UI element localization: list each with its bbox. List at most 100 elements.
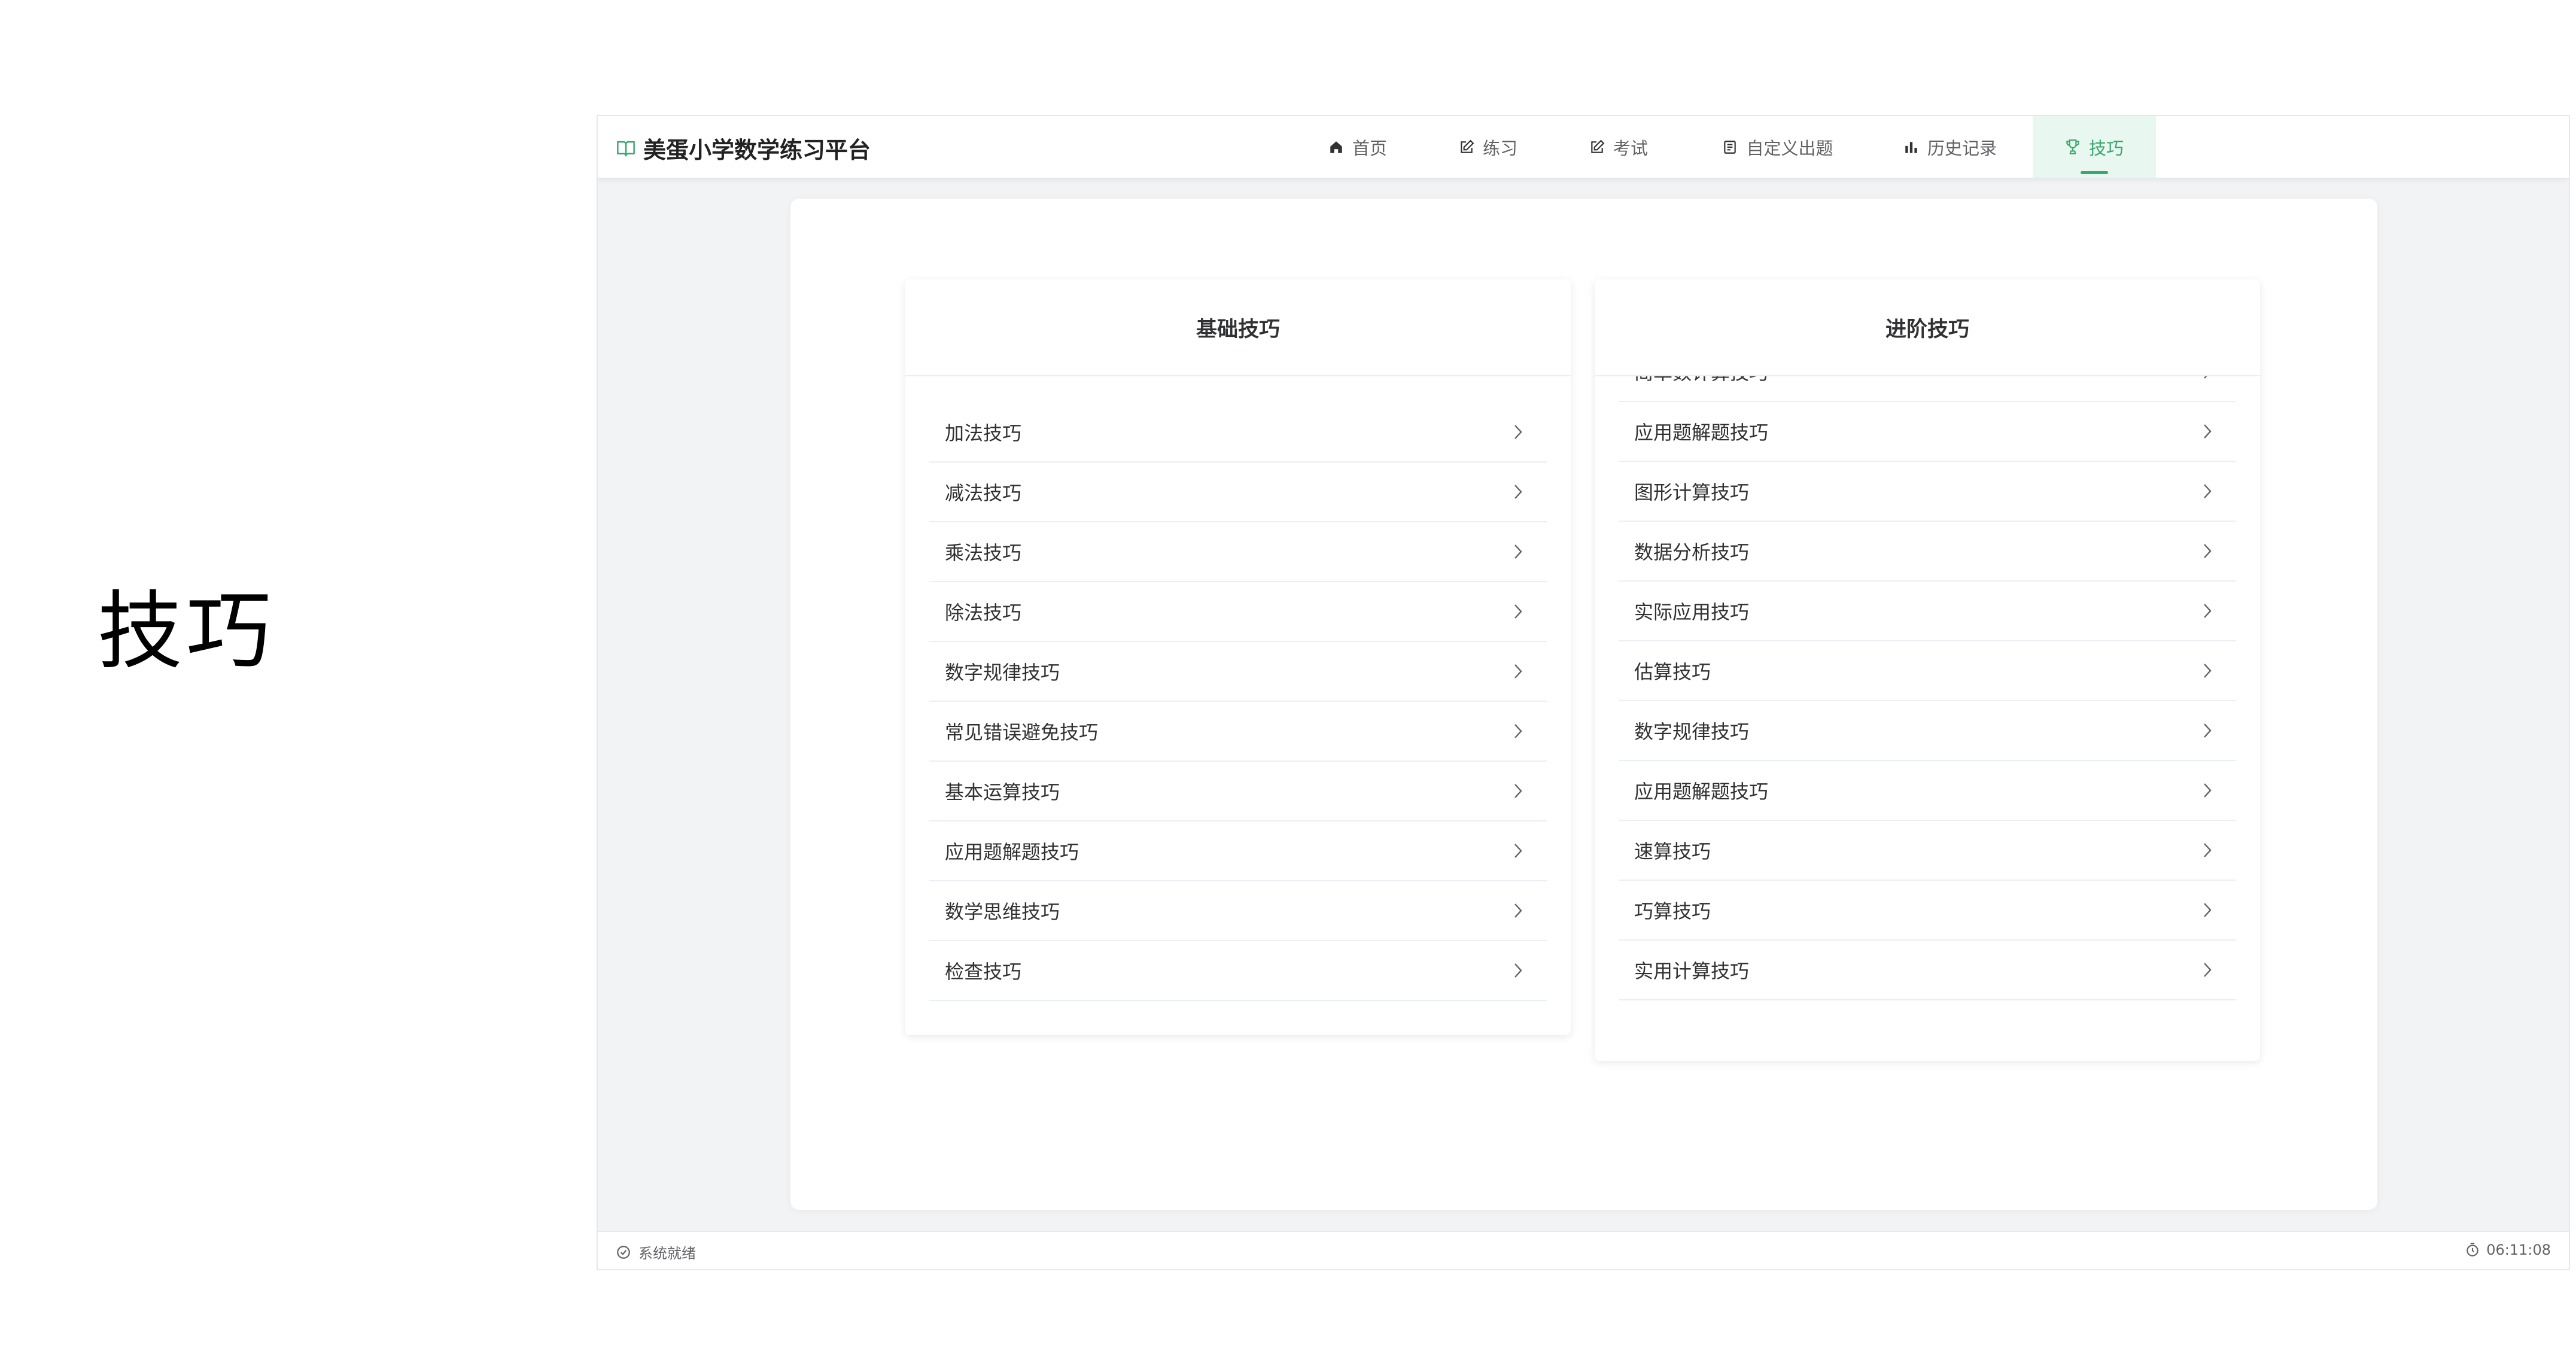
tip-label: 简单数计算技巧 — [1634, 376, 1768, 385]
chevron-right-icon — [2203, 483, 2212, 500]
tip-list-item[interactable]: 减法技巧 — [929, 463, 1547, 522]
chevron-right-icon — [2203, 842, 2212, 859]
tip-list-item[interactable]: 数字规律技巧 — [929, 642, 1547, 702]
tip-list-item[interactable]: 简单数计算技巧 — [1619, 376, 2236, 402]
chevron-right-icon — [2203, 543, 2212, 559]
check-circle-icon — [616, 1245, 631, 1260]
chevron-right-icon — [1513, 424, 1523, 440]
tip-list-item[interactable]: 图形计算技巧 — [1619, 462, 2236, 522]
nav-label: 考试 — [1613, 138, 1648, 159]
trophy-icon — [2065, 139, 2081, 156]
chevron-right-icon — [2203, 603, 2212, 619]
tip-label: 乘法技巧 — [945, 541, 1022, 564]
tip-label: 实用计算技巧 — [1634, 960, 1750, 982]
chevron-right-icon — [2203, 782, 2212, 799]
tip-list-item[interactable]: 速算技巧 — [1619, 821, 2236, 881]
tip-list-item[interactable]: 数学思维技巧 — [929, 881, 1547, 941]
tip-list-item[interactable]: 应用题解题技巧 — [929, 821, 1547, 881]
brand-title: 美蛋小学数学练习平台 — [643, 137, 871, 163]
document-icon — [1722, 139, 1738, 155]
tip-list-item[interactable]: 应用题解题技巧 — [1619, 761, 2236, 821]
tip-list-item[interactable]: 数据分析技巧 — [1619, 522, 2236, 582]
tip-label: 数据分析技巧 — [1634, 541, 1750, 564]
nav-label: 首页 — [1352, 138, 1387, 159]
status-text: 系统就绪 — [638, 1245, 696, 1262]
tip-list-item[interactable]: 基本运算技巧 — [929, 762, 1547, 821]
nav-label: 练习 — [1482, 138, 1517, 159]
chevron-right-icon — [2203, 722, 2212, 739]
brand[interactable]: 美蛋小学数学练习平台 — [616, 132, 871, 165]
tip-list-item[interactable]: 应用题解题技巧 — [1619, 402, 2236, 462]
system-status: 系统就绪 — [616, 1242, 696, 1262]
nav-label: 历史记录 — [1927, 138, 1997, 159]
chevron-right-icon — [2203, 662, 2212, 679]
nav-home[interactable]: 首页 — [1316, 116, 1400, 178]
tip-label: 检查技巧 — [945, 960, 1022, 983]
status-time: 06:11:08 — [2486, 1242, 2551, 1258]
tip-label: 基本运算技巧 — [945, 781, 1060, 804]
status-bar: 系统就绪 06:11:08 — [598, 1231, 2569, 1269]
chevron-right-icon — [1513, 543, 1523, 560]
chevron-right-icon — [1513, 962, 1523, 979]
tip-label: 实际应用技巧 — [1634, 601, 1750, 623]
tip-label: 数学思维技巧 — [945, 900, 1060, 923]
tip-label: 应用题解题技巧 — [945, 841, 1079, 863]
tip-label: 应用题解题技巧 — [1634, 780, 1769, 803]
chevron-right-icon — [2203, 423, 2212, 440]
chevron-right-icon — [2203, 376, 2212, 380]
chevron-right-icon — [2203, 962, 2212, 978]
nav-custom-questions[interactable]: 自定义出题 — [1712, 116, 1844, 178]
tip-label: 数字规律技巧 — [945, 661, 1060, 684]
tip-list-item[interactable]: 数字规律技巧 — [1619, 701, 2236, 761]
tip-label: 加法技巧 — [945, 422, 1022, 445]
tip-label: 估算技巧 — [1634, 661, 1711, 683]
tip-label: 减法技巧 — [945, 482, 1022, 504]
tip-label: 速算技巧 — [1634, 840, 1711, 863]
top-navbar: 美蛋小学数学练习平台 首页 练习 考试 自定义出题 历史记录 技巧 — [598, 116, 2569, 179]
tip-list-item[interactable]: 实用计算技巧 — [1619, 941, 2236, 1000]
slide-title: 技巧 — [98, 582, 275, 681]
chevron-right-icon — [1513, 663, 1523, 680]
chevron-right-icon — [2203, 902, 2212, 918]
bar-chart-icon — [1903, 139, 1919, 155]
tip-list-item[interactable]: 除法技巧 — [929, 582, 1547, 642]
nav-label: 自定义出题 — [1746, 138, 1833, 159]
edit-icon — [1459, 139, 1474, 155]
tip-label: 数字规律技巧 — [1634, 720, 1750, 743]
nav-label: 技巧 — [2088, 138, 2124, 159]
nav-exam[interactable]: 考试 — [1577, 116, 1660, 178]
chevron-right-icon — [1513, 842, 1523, 859]
tip-list-item[interactable]: 巧算技巧 — [1619, 881, 2236, 941]
basic-tips-card: 基础技巧 加法技巧减法技巧乘法技巧除法技巧数字规律技巧常见错误避免技巧 基本运算技… — [905, 279, 1571, 1035]
tip-label: 巧算技巧 — [1634, 900, 1711, 923]
nav-history[interactable]: 历史记录 — [1890, 116, 2010, 178]
tip-list-item[interactable]: 乘法技巧 — [929, 522, 1547, 582]
stopwatch-icon — [2465, 1242, 2480, 1258]
tip-list-item[interactable]: 检查技巧 — [929, 941, 1547, 1001]
advanced-tips-card: 进阶技巧 简单数计算技巧应用题解题技巧图形计算技巧数据分析技巧实际应用技巧估算技… — [1595, 279, 2260, 1061]
advanced-tips-scroll: 简单数计算技巧应用题解题技巧图形计算技巧数据分析技巧实际应用技巧估算技巧数字规律… — [1619, 376, 2236, 1000]
chevron-right-icon — [1513, 902, 1523, 919]
tip-list-item[interactable]: 实际应用技巧 — [1619, 582, 2236, 641]
advanced-tips-list[interactable]: 简单数计算技巧应用题解题技巧图形计算技巧数据分析技巧实际应用技巧估算技巧数字规律… — [1619, 376, 2236, 1061]
chevron-right-icon — [1513, 483, 1523, 500]
tip-label: 除法技巧 — [945, 601, 1022, 624]
book-open-icon — [616, 139, 636, 157]
card-title: 进阶技巧 — [1595, 279, 2260, 376]
edit-icon — [1589, 139, 1605, 155]
clock: 06:11:08 — [2465, 1242, 2551, 1258]
tip-label: 图形计算技巧 — [1634, 481, 1750, 504]
nav-tips[interactable]: 技巧 — [2033, 116, 2156, 178]
chevron-right-icon — [1513, 603, 1523, 620]
app-window: 美蛋小学数学练习平台 首页 练习 考试 自定义出题 历史记录 技巧 基础技巧 加… — [597, 115, 2570, 1270]
chevron-right-icon — [1513, 723, 1523, 740]
tip-label: 常见错误避免技巧 — [945, 721, 1099, 744]
card-title: 基础技巧 — [905, 279, 1571, 376]
tip-list-item[interactable]: 加法技巧 — [929, 403, 1547, 463]
tip-list-item[interactable]: 估算技巧 — [1619, 641, 2236, 701]
nav-practice[interactable]: 练习 — [1446, 116, 1530, 178]
tip-list-item[interactable]: 常见错误避免技巧 — [929, 702, 1547, 762]
main-content: 基础技巧 加法技巧 减法技巧 乘法技巧 除法技巧 数字规律技巧 常见错误避免技巧 基本运算技… — [790, 199, 2377, 1210]
basic-tips-list: 加法技巧减法技巧乘法技巧除法技巧数字规律技巧常见错误避免技巧 基本运算技巧 应用题解… — [929, 376, 1547, 1035]
chevron-right-icon — [1513, 783, 1523, 799]
